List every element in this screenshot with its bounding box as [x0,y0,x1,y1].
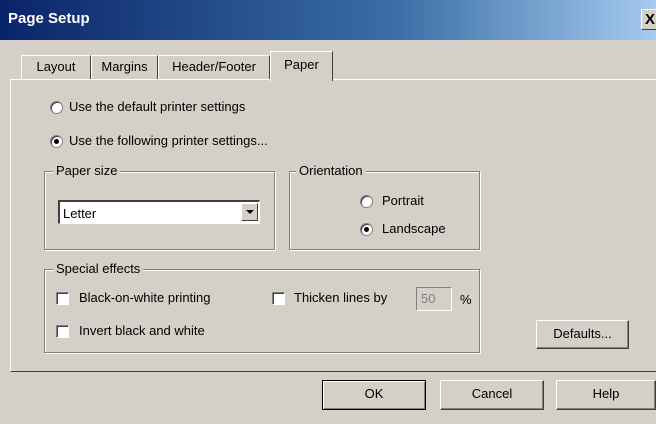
tab-layout[interactable]: Layout [21,55,91,79]
landscape-label: Landscape [382,221,446,236]
cancel-button[interactable]: Cancel [440,380,544,410]
landscape-radio[interactable] [360,223,373,236]
cancel-button-label: Cancel [471,386,513,401]
orientation-group [289,171,480,250]
tab-header-footer[interactable]: Header/Footer [158,55,270,79]
thicken-lines-input[interactable]: 50 [416,287,452,311]
tab-header-footer-label: Header/Footer [172,59,256,74]
paper-size-legend: Paper size [53,163,121,178]
following-printer-radio[interactable] [50,135,63,148]
help-button-label: Help [592,386,620,401]
orientation-legend: Orientation [296,163,366,178]
radio-selected-dot [54,139,59,144]
paper-size-value: Letter [63,206,97,221]
tab-margins-label: Margins [101,59,148,74]
thicken-lines-value: 50 [421,291,436,306]
title-bar: Page Setup X [0,0,656,40]
defaults-button[interactable]: Defaults... [536,320,629,349]
invert-checkbox[interactable] [56,325,69,338]
defaults-button-label: Defaults... [553,326,612,341]
help-button[interactable]: Help [556,380,656,410]
special-effects-legend: Special effects [53,261,144,276]
black-on-white-checkbox[interactable] [56,292,69,305]
close-button[interactable]: X [641,9,656,30]
tab-layout-label: Layout [36,59,76,74]
close-icon: X [645,11,656,28]
dropdown-arrow-button[interactable] [241,203,258,221]
paper-size-dropdown[interactable]: Letter [58,200,260,224]
window-title: Page Setup [8,10,90,27]
invert-label: Invert black and white [79,323,205,338]
portrait-radio[interactable] [360,195,373,208]
ok-button-label: OK [364,386,384,401]
tab-paper-label: Paper [284,57,319,72]
tab-paper[interactable]: Paper [270,51,333,81]
thicken-lines-checkbox[interactable] [272,292,285,305]
special-effects-group [44,269,480,353]
percent-unit: % [460,292,472,307]
thicken-lines-label: Thicken lines by [294,290,388,305]
default-printer-radio[interactable] [50,101,63,114]
default-printer-label: Use the default printer settings [69,99,246,114]
black-on-white-label: Black-on-white printing [79,290,211,305]
portrait-label: Portrait [382,193,424,208]
radio-selected-dot [364,227,369,232]
following-printer-label: Use the following printer settings... [69,133,268,148]
tab-margins[interactable]: Margins [91,55,158,79]
ok-button[interactable]: OK [322,380,426,410]
chevron-down-icon [246,210,254,214]
